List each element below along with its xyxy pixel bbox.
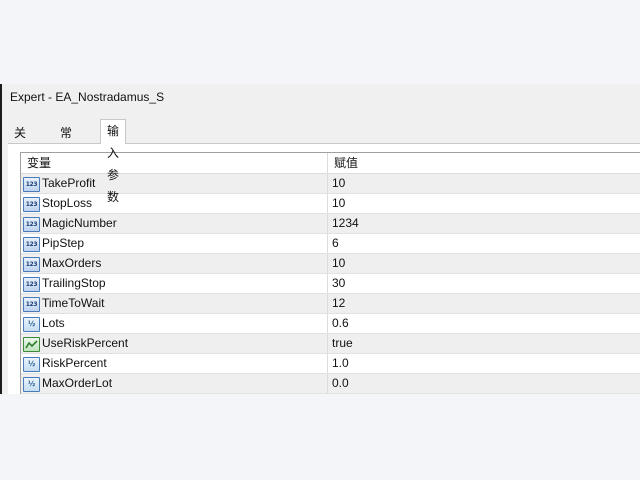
parameter-value[interactable]: 10	[332, 254, 345, 273]
double-icon: ½	[23, 357, 40, 372]
window-title: Expert - EA_Nostradamus_S	[10, 90, 165, 104]
parameter-name: MaxOrderLot	[42, 376, 113, 390]
parameter-value[interactable]: 1.0	[332, 354, 349, 373]
column-divider	[327, 254, 328, 273]
column-header-value[interactable]: 赋值	[334, 153, 358, 173]
parameter-value[interactable]: 1234	[332, 214, 359, 233]
table-row[interactable]: 123 TrailingStop 30	[21, 274, 640, 294]
int-icon: 123	[23, 277, 40, 292]
parameter-value[interactable]: 0.6	[332, 314, 349, 333]
column-header-variable[interactable]: 变量	[27, 153, 51, 173]
table-row[interactable]: ½ RiskPercent 1.0	[21, 354, 640, 374]
parameter-name: MagicNumber	[42, 216, 117, 230]
column-divider	[327, 294, 328, 313]
window-left-border	[0, 84, 2, 394]
tab-about[interactable]: 关于	[8, 123, 32, 160]
parameter-value[interactable]: 10	[332, 174, 345, 193]
parameter-value[interactable]: 0.0	[332, 374, 349, 393]
parameter-name: Lots	[42, 316, 65, 330]
column-divider	[327, 374, 328, 393]
table-row[interactable]: UseRiskPercent true	[21, 334, 640, 354]
table-row[interactable]: 123 TimeToWait 12	[21, 294, 640, 314]
parameter-value[interactable]: 10	[332, 194, 345, 213]
table-row[interactable]: ½ Lots 0.6	[21, 314, 640, 334]
int-icon: 123	[23, 217, 40, 232]
parameter-name: UseRiskPercent	[42, 336, 129, 350]
parameter-value[interactable]: 30	[332, 274, 345, 293]
column-divider	[327, 174, 328, 193]
parameter-name: TimeToWait	[42, 296, 105, 310]
bool-icon	[23, 337, 40, 352]
int-icon: 123	[23, 237, 40, 252]
table-row[interactable]: ½ MaxOrderLot 0.0	[21, 374, 640, 394]
column-divider	[327, 194, 328, 213]
column-divider	[327, 314, 328, 333]
parameter-value[interactable]: 12	[332, 294, 345, 313]
parameter-name: MaxOrders	[42, 256, 102, 270]
parameter-name: TakeProfit	[42, 176, 96, 190]
parameter-value[interactable]: 6	[332, 234, 339, 253]
parameter-name: RiskPercent	[42, 356, 107, 370]
parameter-name: TrailingStop	[42, 276, 106, 290]
inputs-tab-panel: 变量 赋值 123 TakeProfit 10 123 StopLoss 10 123 Mag…	[8, 143, 640, 394]
table-row[interactable]: 123 PipStep 6	[21, 234, 640, 254]
expert-properties-window: Expert - EA_Nostradamus_S 关于 常用 输入参数 变量 …	[0, 84, 640, 394]
table-row[interactable]: 123 MagicNumber 1234	[21, 214, 640, 234]
int-icon: 123	[23, 177, 40, 192]
tab-common[interactable]: 常用	[54, 123, 78, 160]
double-icon: ½	[23, 317, 40, 332]
parameter-name: StopLoss	[42, 196, 93, 210]
column-divider[interactable]	[327, 153, 328, 173]
parameter-name: PipStep	[42, 236, 85, 250]
int-icon: 123	[23, 197, 40, 212]
parameter-value[interactable]: true	[332, 334, 353, 353]
int-icon: 123	[23, 297, 40, 312]
column-divider	[327, 354, 328, 373]
column-divider	[327, 274, 328, 293]
tab-inputs[interactable]: 输入参数	[100, 119, 127, 204]
int-icon: 123	[23, 257, 40, 272]
table-row[interactable]: 123 MaxOrders 10	[21, 254, 640, 274]
column-divider	[327, 334, 328, 353]
column-divider	[327, 234, 328, 253]
column-divider	[327, 214, 328, 233]
double-icon: ½	[23, 377, 40, 392]
